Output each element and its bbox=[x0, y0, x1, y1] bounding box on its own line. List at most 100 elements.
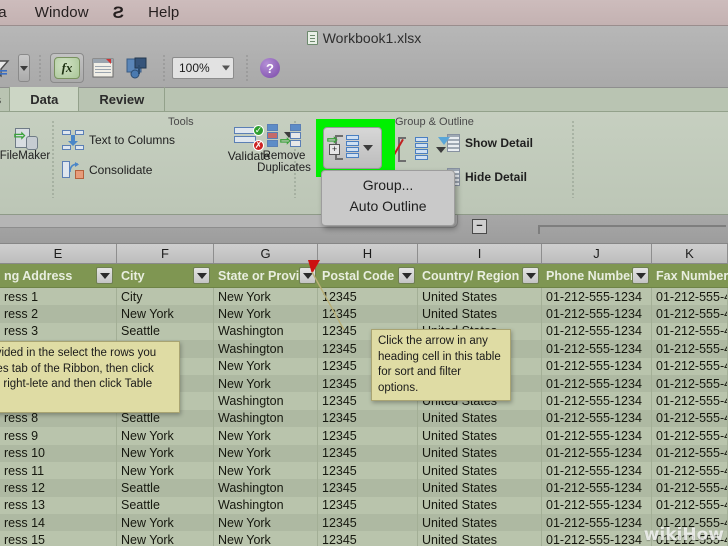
table-row[interactable]: ress 13SeattleWashington12345United Stat… bbox=[0, 497, 728, 514]
consolidate-button[interactable]: Consolidate bbox=[62, 160, 152, 180]
table-cell[interactable]: City bbox=[117, 288, 214, 305]
table-cell[interactable]: New York bbox=[214, 427, 318, 444]
table-cell[interactable]: Washington bbox=[214, 497, 318, 514]
table-cell[interactable]: Washington bbox=[214, 410, 318, 427]
menu-item-group[interactable]: Group... bbox=[322, 171, 454, 193]
table-cell[interactable]: New York bbox=[214, 462, 318, 479]
table-row[interactable]: ress 9New YorkNew York12345United States… bbox=[0, 427, 728, 444]
menu-data-clipped[interactable]: ta bbox=[0, 4, 21, 21]
table-cell[interactable]: 01-212-555-1234 bbox=[542, 479, 652, 496]
table-cell[interactable]: ress 14 bbox=[0, 514, 117, 531]
table-cell[interactable]: New York bbox=[214, 358, 318, 375]
table-cell[interactable]: 01-212-555-4 bbox=[652, 445, 728, 462]
tab-formulas-clipped[interactable]: s bbox=[0, 87, 10, 111]
column-header-F[interactable]: F bbox=[117, 244, 214, 263]
table-cell[interactable]: 01-212-555-4 bbox=[652, 375, 728, 392]
table-cell[interactable]: 01-212-555-4 bbox=[652, 340, 728, 357]
table-cell[interactable]: ress 1 bbox=[0, 288, 117, 305]
table-cell[interactable]: Washington bbox=[214, 479, 318, 496]
group-dropdown-arrow[interactable] bbox=[363, 145, 373, 151]
table-cell[interactable]: New York bbox=[214, 375, 318, 392]
table-row[interactable]: ress 10New YorkNew York12345United State… bbox=[0, 445, 728, 462]
table-cell[interactable]: ress 15 bbox=[0, 531, 117, 546]
column-header-E[interactable]: E bbox=[0, 244, 117, 263]
column-header-K[interactable]: K bbox=[652, 244, 728, 263]
table-cell[interactable]: 01-212-555-4 bbox=[652, 479, 728, 496]
table-cell[interactable]: New York bbox=[117, 305, 214, 322]
media-browser-icon[interactable] bbox=[122, 53, 156, 83]
table-cell[interactable]: 01-212-555-4 bbox=[652, 358, 728, 375]
filter-dropdown-arrow[interactable] bbox=[18, 54, 30, 82]
table-cell[interactable]: Seattle bbox=[117, 479, 214, 496]
help-icon[interactable]: ? bbox=[260, 58, 280, 78]
note-icon[interactable] bbox=[86, 53, 120, 83]
filter-button-phone[interactable] bbox=[632, 267, 649, 284]
table-cell[interactable]: New York bbox=[214, 445, 318, 462]
table-cell[interactable]: ress 2 bbox=[0, 305, 117, 322]
table-cell[interactable]: United States bbox=[418, 514, 542, 531]
filter-button-address[interactable] bbox=[96, 267, 113, 284]
table-cell[interactable]: 12345 bbox=[318, 427, 418, 444]
table-cell[interactable]: 01-212-555-4 bbox=[652, 497, 728, 514]
table-cell[interactable]: 12345 bbox=[318, 531, 418, 546]
table-cell[interactable]: 01-212-555-4 bbox=[652, 288, 728, 305]
table-cell[interactable]: ress 12 bbox=[0, 479, 117, 496]
table-cell[interactable]: United States bbox=[418, 531, 542, 546]
table-cell[interactable]: Washington bbox=[214, 340, 318, 357]
table-cell[interactable]: New York bbox=[117, 445, 214, 462]
table-cell[interactable]: New York bbox=[214, 514, 318, 531]
table-cell[interactable]: Seattle bbox=[117, 323, 214, 340]
group-button[interactable]: + ⇨ bbox=[323, 127, 382, 169]
menu-item-auto-outline[interactable]: Auto Outline bbox=[322, 193, 454, 219]
filter-button-country[interactable] bbox=[522, 267, 539, 284]
table-cell[interactable]: 01-212-555-1234 bbox=[542, 340, 652, 357]
table-row[interactable]: ress 14New YorkNew York12345United State… bbox=[0, 514, 728, 531]
menu-window[interactable]: Window bbox=[21, 4, 103, 21]
table-cell[interactable]: 12345 bbox=[318, 445, 418, 462]
table-cell[interactable]: 01-212-555-1234 bbox=[542, 392, 652, 409]
table-cell[interactable]: New York bbox=[214, 531, 318, 546]
table-cell[interactable]: New York bbox=[117, 514, 214, 531]
table-cell[interactable]: United States bbox=[418, 427, 542, 444]
table-cell[interactable]: 01-212-555-1234 bbox=[542, 445, 652, 462]
table-cell[interactable]: Seattle bbox=[117, 497, 214, 514]
table-cell[interactable]: Washington bbox=[214, 392, 318, 409]
table-cell[interactable]: New York bbox=[117, 462, 214, 479]
table-cell[interactable]: United States bbox=[418, 410, 542, 427]
filter-icon[interactable] bbox=[0, 53, 16, 83]
table-row[interactable]: ress 1CityNew York12345United States01-2… bbox=[0, 288, 728, 305]
table-cell[interactable]: 01-212-555-1234 bbox=[542, 497, 652, 514]
table-cell[interactable]: 01-212-555-4 bbox=[652, 427, 728, 444]
table-cell[interactable]: ress 3 bbox=[0, 323, 117, 340]
table-cell[interactable]: ress 10 bbox=[0, 445, 117, 462]
menu-script-glyph[interactable]: Ƨ bbox=[103, 3, 134, 23]
table-cell[interactable]: United States bbox=[418, 462, 542, 479]
table-cell[interactable]: New York bbox=[117, 531, 214, 546]
column-header-J[interactable]: J bbox=[542, 244, 652, 263]
table-cell[interactable]: ress 13 bbox=[0, 497, 117, 514]
outline-collapse-button[interactable]: − bbox=[472, 219, 487, 234]
filter-button-city[interactable] bbox=[193, 267, 210, 284]
table-cell[interactable]: 01-212-555-1234 bbox=[542, 375, 652, 392]
menu-help[interactable]: Help bbox=[134, 4, 193, 21]
tab-review[interactable]: Review bbox=[79, 87, 165, 111]
table-cell[interactable]: United States bbox=[418, 305, 542, 322]
table-cell[interactable]: ress 11 bbox=[0, 462, 117, 479]
table-cell[interactable]: 01-212-555-4 bbox=[652, 410, 728, 427]
table-cell[interactable]: 01-212-555-1234 bbox=[542, 323, 652, 340]
remove-duplicates-button[interactable]: ⇨ Remove Duplicates bbox=[246, 124, 322, 174]
table-row[interactable]: ress 11New YorkNew York12345United State… bbox=[0, 462, 728, 479]
table-cell[interactable]: 01-212-555-1234 bbox=[542, 531, 652, 546]
table-cell[interactable]: 12345 bbox=[318, 462, 418, 479]
filter-button-postal[interactable] bbox=[398, 267, 415, 284]
table-cell[interactable]: United States bbox=[418, 479, 542, 496]
table-cell[interactable]: 01-212-555-1234 bbox=[542, 427, 652, 444]
table-row[interactable]: ress 15New YorkNew York12345United State… bbox=[0, 531, 728, 546]
table-cell[interactable]: 12345 bbox=[318, 497, 418, 514]
show-detail-button[interactable]: Show Detail bbox=[438, 134, 533, 152]
column-header-I[interactable]: I bbox=[418, 244, 542, 263]
text-to-columns-button[interactable]: Text to Columns bbox=[62, 130, 175, 150]
table-cell[interactable]: 01-212-555-4 bbox=[652, 392, 728, 409]
table-cell[interactable]: 01-212-555-1234 bbox=[542, 305, 652, 322]
fx-icon[interactable]: fx bbox=[50, 53, 84, 83]
